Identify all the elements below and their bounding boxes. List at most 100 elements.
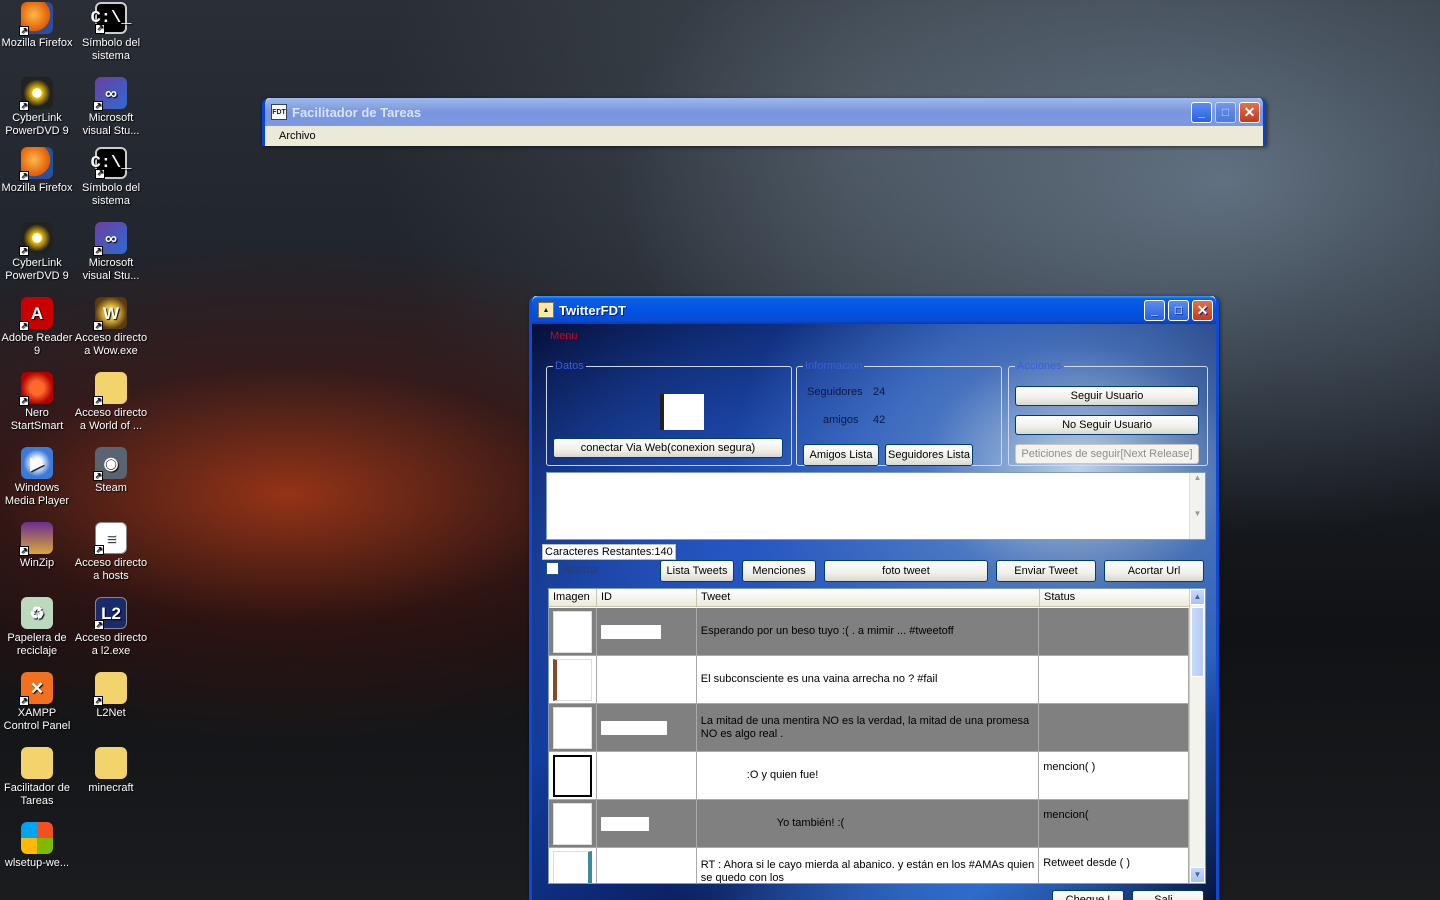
column-header-tweet[interactable]: Tweet	[697, 589, 1040, 606]
desktop-icon-label: Papelera de reciclaje	[7, 632, 67, 657]
desktop-icon-steam[interactable]: ◉ ↗ Steam	[74, 447, 148, 495]
desktop-icon-powerdvd[interactable]: ↗ CyberLink PowerDVD 9	[0, 77, 74, 138]
status-cell: mencion( )	[1039, 752, 1189, 799]
visual-studio-icon: ∞ ↗	[93, 222, 127, 256]
desktop-icon-firefox[interactable]: ↗ Mozilla Firefox	[0, 2, 74, 50]
steam-icon: ◉ ↗	[93, 447, 127, 481]
cheque-button[interactable]: Cheque !	[1052, 890, 1124, 900]
informacion-legend: Informacion	[805, 360, 863, 372]
desktop-icon-xampp[interactable]: ✕ ↗ XAMPP Control Panel	[0, 672, 74, 733]
desktop-icon-label: wlsetup-we...	[4, 857, 70, 869]
desktop-icon-powerdvd[interactable]: ↗ CyberLink PowerDVD 9	[0, 222, 74, 283]
desktop-icon-recycle-bin[interactable]: ♻ Papelera de reciclaje	[0, 597, 74, 658]
close-button[interactable]: ✕	[1239, 101, 1260, 123]
desktop-icon-wlsetup[interactable]: wlsetup-we...	[0, 822, 74, 870]
peticiones-button: Peticiones de seguir[Next Release]	[1015, 444, 1199, 464]
menu-archivo[interactable]: Archivo	[279, 130, 316, 142]
table-row[interactable]: :O y quien fue! mencion( )	[549, 752, 1189, 800]
desktop-icon-minecraft[interactable]: minecraft	[74, 747, 148, 795]
redacted-id	[600, 816, 649, 831]
foto-tweet-button[interactable]: foto tweet	[824, 560, 988, 582]
desktop-icon-l2[interactable]: L2 ↗ Acceso directo a l2.exe	[74, 597, 148, 658]
avatar	[553, 754, 592, 797]
close-button[interactable]: ✕	[1192, 299, 1213, 321]
title-bar[interactable]: FDT Facilitador de Tareas _ □ ✕	[265, 98, 1263, 126]
avatar	[553, 850, 592, 883]
powerdvd-icon: ↗	[19, 222, 53, 256]
desktop-icon-adobe-reader[interactable]: A ↗ Adobe Reader 9	[0, 297, 74, 358]
salir-button[interactable]: Sali...	[1132, 890, 1204, 900]
acortar-url-button[interactable]: Acortar Url	[1104, 560, 1204, 582]
textarea-scrollbar[interactable]: ▲ ▼	[1189, 473, 1205, 539]
window-title: TwitterFDT	[559, 302, 626, 318]
tweets-grid: Imagen ID Tweet Status Esperando por un …	[548, 588, 1206, 884]
seguir-usuario-button[interactable]: Seguir Usuario	[1015, 386, 1199, 406]
folder-icon: ↗	[93, 372, 127, 406]
nero-icon: ↗	[19, 372, 53, 406]
media-player-icon: ▶	[21, 447, 53, 479]
scroll-up-icon[interactable]: ▲	[1190, 589, 1205, 605]
desktop-icon-visualstudio[interactable]: ∞ ↗ Microsoft visual Stu...	[74, 77, 148, 138]
tweet-cell: La mitad de una mentira NO es la verdad,…	[697, 704, 1040, 751]
grid-header: Imagen ID Tweet Status	[549, 589, 1205, 607]
maximize-button[interactable]: □	[1168, 299, 1189, 321]
minimize-button[interactable]: _	[1191, 101, 1212, 123]
desktop-icon-firefox[interactable]: ↗ Mozilla Firefox	[0, 147, 74, 195]
desktop-icon-world-of[interactable]: ↗ Acceso directo a World of ...	[74, 372, 148, 433]
amigos-value: 42	[873, 414, 886, 426]
desktop-icon-wow[interactable]: W ↗ Acceso directo a Wow.exe	[74, 297, 148, 358]
column-header-imagen[interactable]: Imagen	[549, 589, 597, 606]
desktop-icon-wmp[interactable]: ▶ Windows Media Player	[0, 447, 74, 508]
status-cell: mencion(	[1039, 800, 1189, 847]
no-seguir-usuario-button[interactable]: No Seguir Usuario	[1015, 415, 1199, 435]
scroll-down-icon[interactable]: ▼	[1190, 867, 1205, 883]
table-row[interactable]: Yo también! :( mencion(	[549, 800, 1189, 848]
acortar-checkbox[interactable]	[546, 562, 559, 575]
firefox-icon: ↗	[19, 147, 53, 181]
avatar	[553, 706, 592, 749]
desktop-icon-hosts[interactable]: ≡ ↗ Acceso directo a hosts	[74, 522, 148, 583]
desktop-icon-nero[interactable]: ↗ Nero StartSmart	[0, 372, 74, 433]
table-row[interactable]: La mitad de una mentira NO es la verdad,…	[549, 704, 1189, 752]
acortar-checkbox-label: Acortar	[564, 564, 600, 576]
scroll-thumb[interactable]	[1191, 607, 1204, 677]
powerdvd-icon: ↗	[19, 77, 53, 111]
connect-button[interactable]: conectar Via Web(conexion segura)	[553, 438, 783, 458]
table-row[interactable]: RT : Ahora si le cayo mierda al abanico.…	[549, 848, 1189, 883]
desktop-icon-winzip[interactable]: ↗ WinZip	[0, 522, 74, 570]
minimize-button[interactable]: _	[1144, 299, 1165, 321]
avatar	[660, 394, 704, 430]
redacted-id	[600, 624, 661, 639]
app-icon: ▲	[538, 302, 554, 318]
l2-icon: L2 ↗	[94, 597, 127, 630]
amigos-label: amigos	[823, 414, 859, 426]
menciones-button[interactable]: Menciones	[742, 560, 816, 582]
enviar-tweet-button[interactable]: Enviar Tweet	[996, 560, 1096, 582]
lista-tweets-button[interactable]: Lista Tweets	[660, 560, 734, 582]
tweet-textarea[interactable]: ▲ ▼	[546, 472, 1206, 540]
desktop-icon-cmd[interactable]: C:\_ ↗ Símbolo del sistema	[74, 147, 148, 208]
amigos-lista-button[interactable]: Amigos Lista	[803, 444, 879, 466]
desktop-icon-label: XAMPP Control Panel	[3, 707, 71, 732]
desktop-icon-label: CyberLink PowerDVD 9	[5, 112, 69, 137]
column-header-status[interactable]: Status	[1040, 589, 1190, 606]
desktop-icon-visualstudio[interactable]: ∞ ↗ Microsoft visual Stu...	[74, 222, 148, 283]
desktop-icon-label: Microsoft visual Stu...	[82, 112, 140, 137]
grid-scrollbar[interactable]: ▲ ▼	[1189, 589, 1205, 883]
seguidores-lista-button[interactable]: Seguidores Lista	[885, 444, 973, 466]
desktop-icon-l2net[interactable]: ↗ L2Net	[74, 672, 148, 720]
column-header-id[interactable]: ID	[597, 589, 697, 606]
menu-item[interactable]: Menu	[550, 330, 578, 342]
status-cell	[1039, 656, 1189, 703]
table-row[interactable]: Esperando por un beso tuyo :( . a mimir …	[549, 608, 1189, 656]
firefox-icon: ↗	[19, 2, 53, 36]
avatar	[553, 610, 592, 653]
desktop-icon-label: Facilitador de Tareas	[3, 782, 71, 807]
desktop-icon-label: Microsoft visual Stu...	[82, 257, 140, 282]
datos-legend: Datos	[555, 360, 584, 372]
title-bar[interactable]: ▲ TwitterFDT _ □ ✕	[532, 296, 1216, 324]
table-row[interactable]: El subconsciente es una vaina arrecha no…	[549, 656, 1189, 704]
desktop-icon-label: minecraft	[88, 782, 134, 794]
desktop-icon-cmd[interactable]: C:\_ ↗ Símbolo del sistema	[74, 2, 148, 63]
desktop-icon-facilitador[interactable]: Facilitador de Tareas	[0, 747, 74, 808]
